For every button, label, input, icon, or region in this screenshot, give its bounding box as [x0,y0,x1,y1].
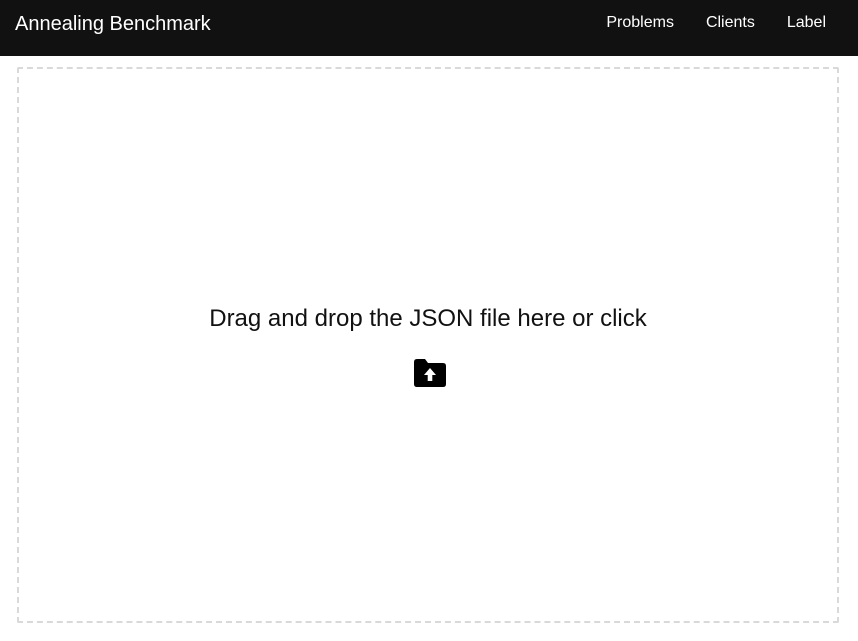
folder-upload-icon [414,359,446,387]
top-navbar: Annealing Benchmark Problems Clients Lab… [0,0,858,56]
nav-link-problems[interactable]: Problems [590,0,690,56]
dropzone-prompt: Drag and drop the JSON file here or clic… [209,305,647,332]
brand-title[interactable]: Annealing Benchmark [15,12,211,36]
json-file-dropzone[interactable]: Drag and drop the JSON file here or clic… [17,67,839,623]
nav-link-label[interactable]: Label [771,0,858,56]
nav-link-clients[interactable]: Clients [690,0,771,56]
nav-links: Problems Clients Label [590,0,858,56]
